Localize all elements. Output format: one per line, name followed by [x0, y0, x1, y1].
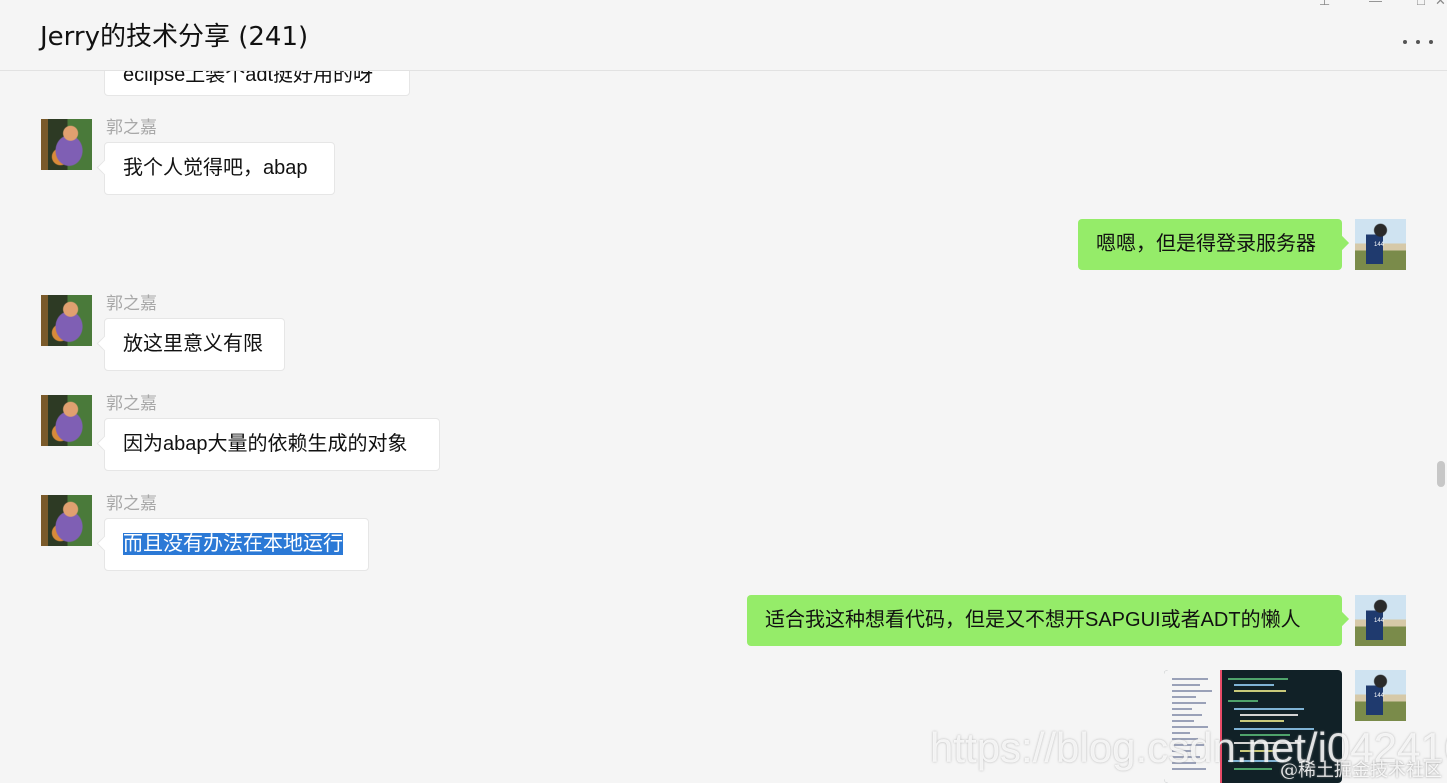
avatar[interactable]	[41, 395, 92, 446]
message-bubble[interactable]: 而且没有办法在本地运行	[104, 518, 369, 571]
message-text-selected[interactable]: 而且没有办法在本地运行	[123, 533, 343, 555]
message-bubble[interactable]: 因为abap大量的依赖生成的对象	[104, 418, 440, 471]
scrollbar-thumb[interactable]	[1437, 461, 1445, 487]
sender-name: 郭之嘉	[106, 494, 157, 513]
message-text: 适合我这种想看代码，但是又不想开SAPGUI或者ADT的懒人	[765, 609, 1301, 631]
message-bubble-self[interactable]: 嗯嗯，但是得登录服务器	[1078, 219, 1342, 270]
close-icon[interactable]: ✕	[1435, 0, 1446, 8]
sender-name: 郭之嘉	[106, 118, 157, 137]
message-text: 放这里意义有限	[123, 333, 263, 355]
message-bubble[interactable]: 放这里意义有限	[104, 318, 285, 371]
message-text: 因为abap大量的依赖生成的对象	[123, 433, 408, 455]
message-bubble[interactable]: 我个人觉得吧，abap	[104, 142, 335, 195]
avatar-self[interactable]	[1355, 595, 1406, 646]
more-icon[interactable]	[1403, 40, 1433, 46]
avatar[interactable]	[41, 119, 92, 170]
maximize-icon[interactable]: □	[1417, 0, 1425, 8]
watermark-brand: @稀土掘金技术社区	[1280, 760, 1442, 781]
message-text: 嗯嗯，但是得登录服务器	[1096, 233, 1316, 255]
chat-title: Jerry的技术分享 (241)	[40, 22, 309, 52]
message-text: 我个人觉得吧，abap	[123, 157, 308, 179]
avatar-self[interactable]	[1355, 219, 1406, 270]
avatar[interactable]	[41, 495, 92, 546]
avatar-self[interactable]	[1355, 670, 1406, 721]
pin-icon[interactable]: ⊥	[1319, 0, 1330, 8]
message-bubble-self[interactable]: 适合我这种想看代码，但是又不想开SAPGUI或者ADT的懒人	[747, 595, 1342, 646]
sender-name: 郭之嘉	[106, 394, 157, 413]
minimize-icon[interactable]: —	[1369, 0, 1382, 8]
chat-header: Jerry的技术分享 (241) ⊥ — □ ✕	[0, 0, 1447, 71]
window-controls: ⊥ — □ ✕	[1247, 0, 1447, 8]
avatar[interactable]	[41, 295, 92, 346]
sender-name: 郭之嘉	[106, 294, 157, 313]
